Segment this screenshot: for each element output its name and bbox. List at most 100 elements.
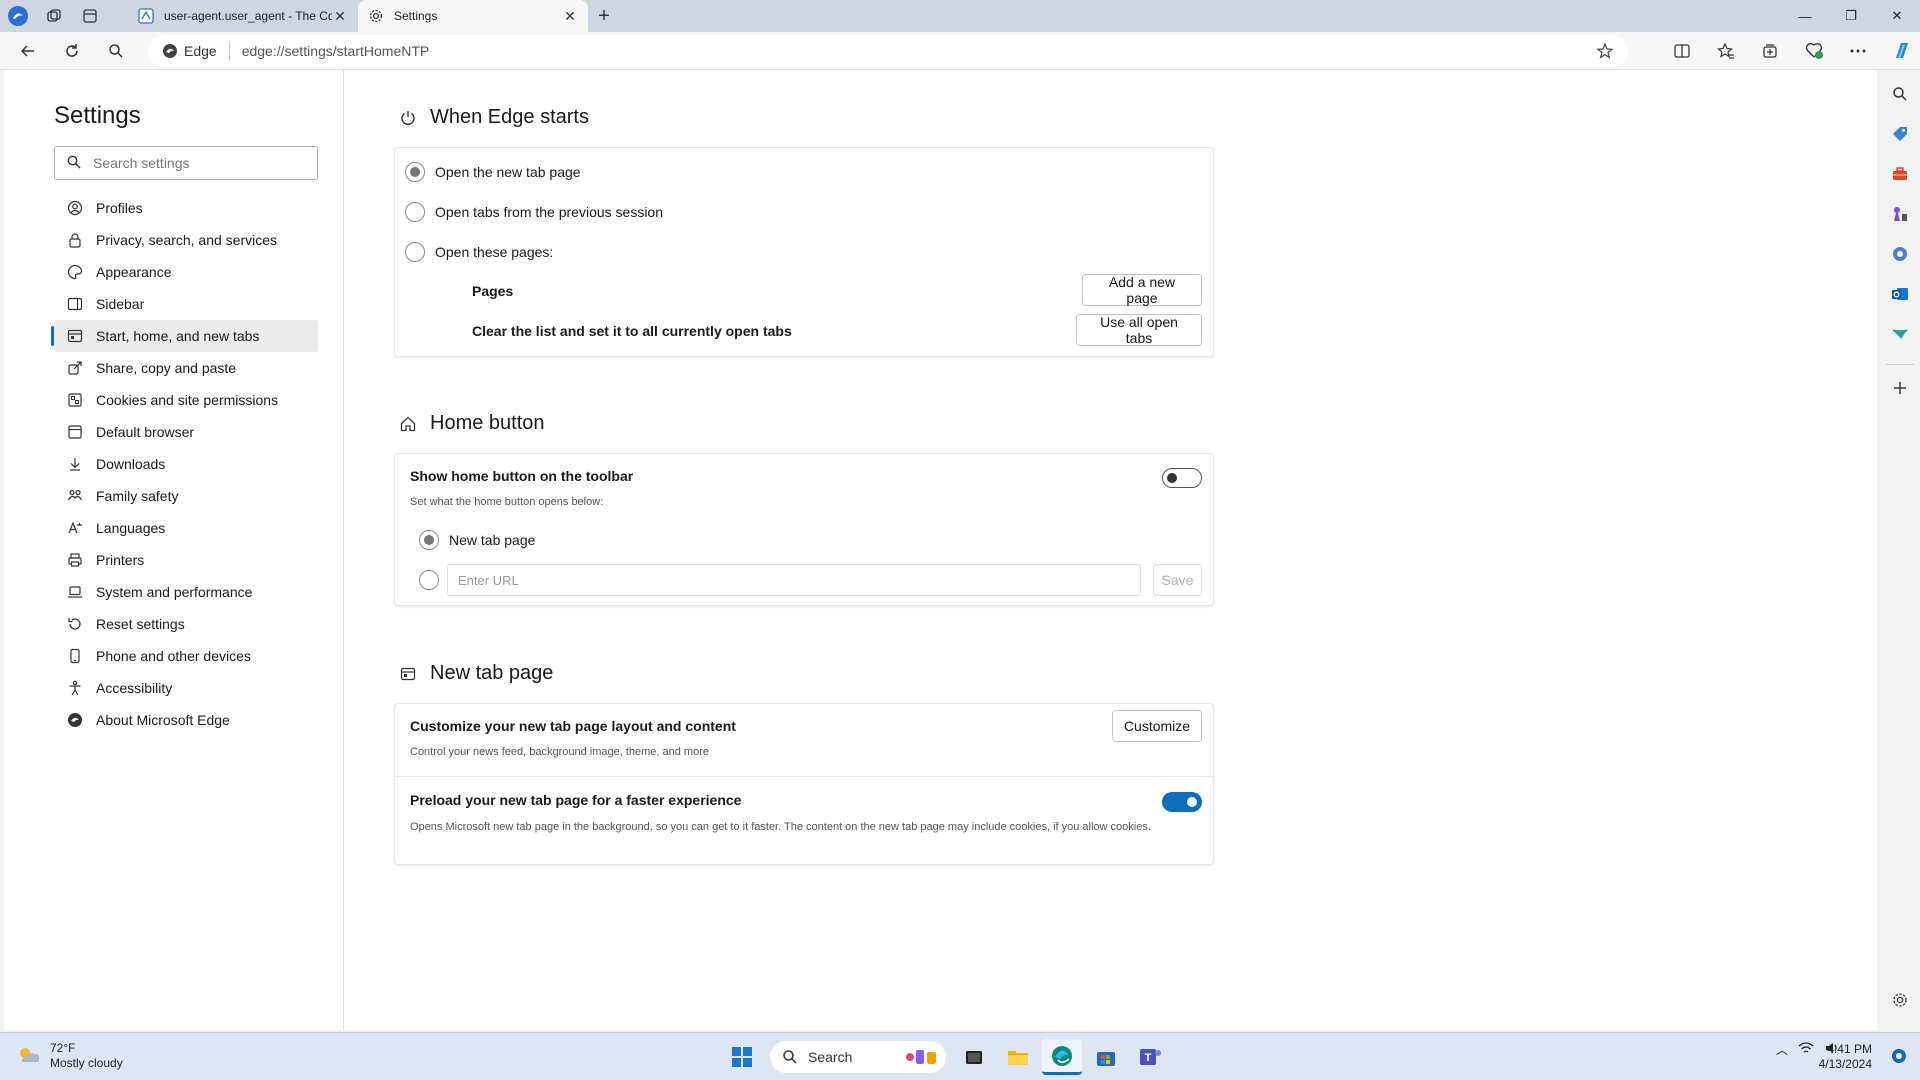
more-options-icon[interactable] — [1836, 33, 1880, 69]
collections-icon[interactable] — [1748, 33, 1792, 69]
radio-button[interactable] — [405, 162, 425, 182]
taskbar-search[interactable]: Search — [770, 1041, 946, 1073]
preload-toggle[interactable] — [1162, 792, 1202, 812]
drop-icon[interactable] — [1888, 322, 1912, 346]
weather-widget[interactable]: 72°F Mostly cloudy — [16, 1041, 123, 1071]
url-text[interactable]: edge://settings/startHomeNTP — [242, 43, 430, 59]
notification-icon[interactable] — [1890, 1047, 1908, 1068]
save-url-button[interactable]: Save — [1153, 564, 1202, 596]
printer-icon — [66, 551, 84, 569]
tab-settings[interactable]: Settings ✕ — [358, 0, 588, 32]
nav-item-default-browser[interactable]: Default browser — [54, 416, 318, 448]
radio-button[interactable] — [405, 202, 425, 222]
file-explorer-icon[interactable] — [998, 1039, 1038, 1075]
restore-icon[interactable]: ❐ — [1828, 0, 1874, 32]
nav-item-sidebar[interactable]: Sidebar — [54, 288, 318, 320]
profile-icon[interactable] — [0, 0, 36, 32]
show-home-button-toggle[interactable] — [1162, 468, 1202, 488]
gear-icon — [368, 8, 384, 24]
workspaces-icon[interactable] — [36, 0, 72, 32]
close-window-icon[interactable]: ✕ — [1874, 0, 1920, 32]
add-new-page-button[interactable]: Add a new page — [1082, 274, 1202, 306]
edge-sidebar — [1880, 70, 1920, 1030]
radio-open-previous-session[interactable]: Open tabs from the previous session — [405, 202, 663, 222]
tab-actions-icon[interactable] — [72, 0, 108, 32]
nav-item-family-safety[interactable]: Family safety — [54, 480, 318, 512]
nav-item-printers[interactable]: Printers — [54, 544, 318, 576]
nav-item-profiles[interactable]: Profiles — [54, 192, 318, 224]
search-settings-box[interactable] — [54, 146, 318, 180]
microsoft-store-icon[interactable] — [1086, 1039, 1126, 1075]
nav-item-accessibility[interactable]: Accessibility — [54, 672, 318, 704]
search-icon — [67, 155, 81, 172]
nav-item-label: About Microsoft Edge — [96, 712, 230, 728]
new-tab-button[interactable]: + — [588, 0, 620, 32]
split-screen-icon[interactable] — [1660, 33, 1704, 69]
nav-item-phone-devices[interactable]: Phone and other devices — [54, 640, 318, 672]
search-icon[interactable] — [94, 33, 138, 69]
power-icon — [398, 108, 418, 128]
nav-item-share-copy-paste[interactable]: Share, copy and paste — [54, 352, 318, 384]
add-icon[interactable] — [1888, 376, 1912, 400]
svg-text:T: T — [1145, 1052, 1152, 1064]
sidebar-divider — [1886, 364, 1914, 365]
wifi-icon[interactable] — [1798, 1041, 1814, 1058]
close-tab-icon[interactable]: ✕ — [332, 8, 348, 25]
clear-list-label: Clear the list and set it to all current… — [472, 323, 792, 339]
microsoft-365-icon[interactable] — [1888, 242, 1912, 266]
tab-user-agent[interactable]: user-agent.user_agent - The Coll ✕ — [128, 0, 358, 32]
radio-home-url[interactable] — [419, 570, 449, 590]
radio-label: Open the new tab page — [435, 164, 581, 180]
cookie-icon — [66, 391, 84, 409]
nav-item-cookies[interactable]: Cookies and site permissions — [54, 384, 318, 416]
edge-taskbar-icon[interactable] — [1042, 1039, 1082, 1075]
nav-item-start-home-new-tabs[interactable]: Start, home, and new tabs — [51, 320, 318, 352]
nav-item-languages[interactable]: Languages — [54, 512, 318, 544]
use-all-open-tabs-button[interactable]: Use all open tabs — [1076, 314, 1202, 346]
nav-item-system-performance[interactable]: System and performance — [54, 576, 318, 608]
copilot-icon[interactable] — [1880, 33, 1920, 69]
nav-item-about-edge[interactable]: About Microsoft Edge — [54, 704, 318, 736]
radio-home-new-tab[interactable]: New tab page — [419, 530, 535, 550]
nav-item-appearance[interactable]: Appearance — [54, 256, 318, 288]
radio-button[interactable] — [405, 242, 425, 262]
home-url-input[interactable]: Enter URL — [447, 564, 1141, 596]
teams-icon[interactable]: T — [1130, 1039, 1170, 1075]
pages-label: Pages — [472, 283, 514, 299]
refresh-icon[interactable] — [50, 33, 94, 69]
shopping-tag-icon[interactable] — [1888, 122, 1912, 146]
browser-essentials-icon[interactable] — [1792, 33, 1836, 69]
tools-icon[interactable] — [1888, 162, 1912, 186]
lock-icon — [66, 231, 84, 249]
taskbar-center: Search T — [722, 1039, 1174, 1075]
windows-taskbar: 72°F Mostly cloudy Search T ︿ 4:41 PM 4/… — [0, 1032, 1920, 1080]
new-tab-page-icon — [398, 664, 418, 684]
favorites-icon[interactable] — [1704, 33, 1748, 69]
search-icon[interactable] — [1888, 82, 1912, 106]
favorite-star-icon[interactable] — [1596, 42, 1614, 63]
close-tab-icon[interactable]: ✕ — [562, 8, 578, 25]
gear-icon[interactable] — [1888, 988, 1912, 1012]
outlook-icon[interactable] — [1888, 282, 1912, 306]
nav-item-downloads[interactable]: Downloads — [54, 448, 318, 480]
minimize-icon[interactable]: — — [1782, 0, 1828, 32]
nav-item-privacy[interactable]: Privacy, search, and services — [54, 224, 318, 256]
search-settings-input[interactable] — [93, 155, 293, 171]
chevron-up-icon[interactable]: ︿ — [1776, 1041, 1788, 1058]
radio-button[interactable] — [419, 530, 439, 550]
radio-open-new-tab[interactable]: Open the new tab page — [405, 162, 581, 182]
section-title-home-button: Home button — [398, 412, 545, 435]
task-view-icon[interactable] — [954, 1039, 994, 1075]
nav-item-reset-settings[interactable]: Reset settings — [54, 608, 318, 640]
edge-site-chip[interactable]: Edge — [162, 42, 230, 60]
nav-item-label: Profiles — [96, 200, 143, 216]
radio-button[interactable] — [419, 570, 439, 590]
customize-button[interactable]: Customize — [1112, 710, 1202, 742]
address-bar[interactable]: Edge edge://settings/startHomeNTP — [148, 35, 1628, 67]
search-icon — [783, 1050, 797, 1064]
back-icon[interactable] — [6, 33, 50, 69]
games-icon[interactable] — [1888, 202, 1912, 226]
windows-start-icon[interactable] — [722, 1039, 762, 1075]
clock[interactable]: 4:41 PM 4/13/2024 — [1819, 1042, 1872, 1072]
radio-open-these-pages[interactable]: Open these pages: — [405, 242, 553, 262]
